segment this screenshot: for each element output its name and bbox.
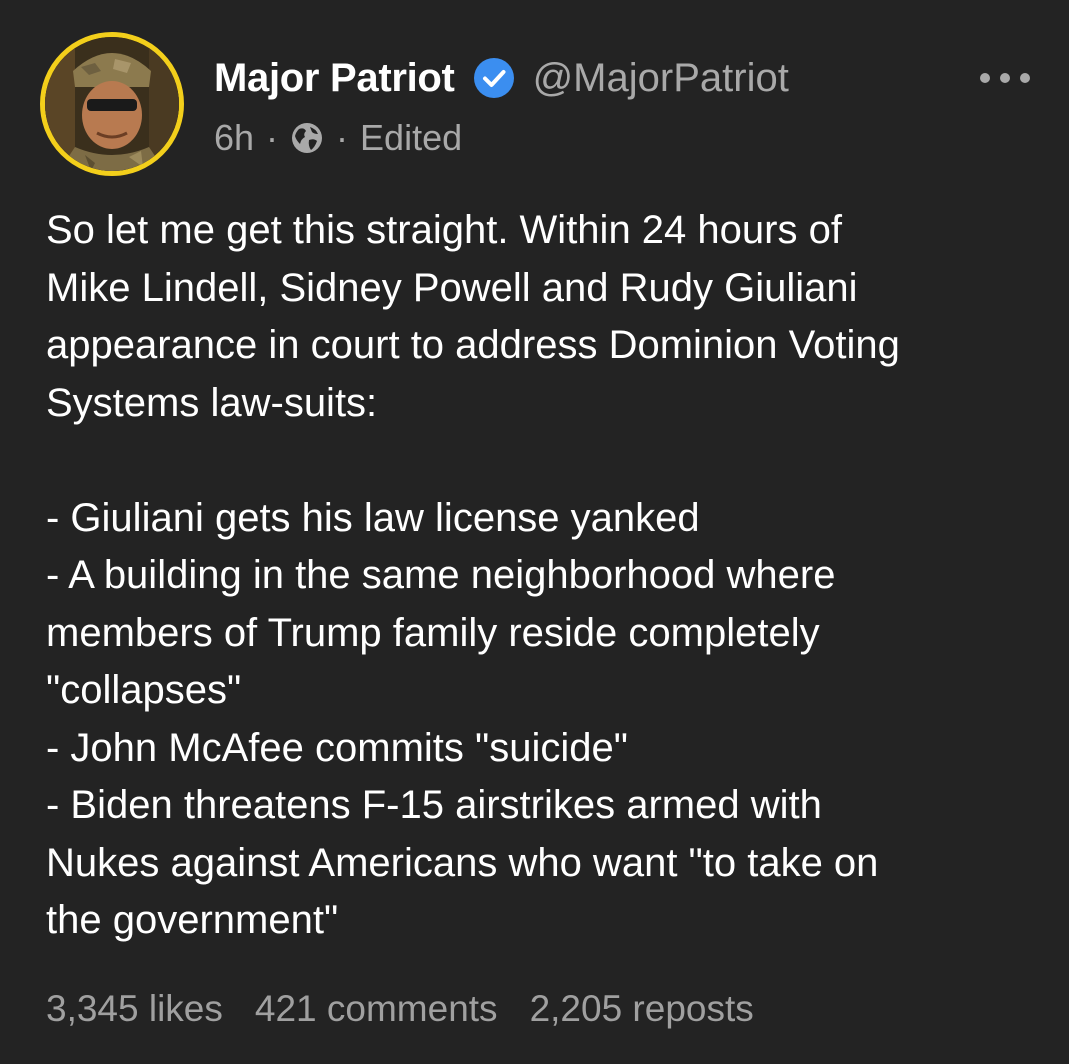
verified-check-icon [473, 57, 515, 99]
post-body-line: Systems law-suits: [46, 380, 378, 425]
meta-separator: · [266, 117, 279, 158]
avatar[interactable] [40, 32, 184, 176]
post-body-line: - John McAfee commits "suicide" [46, 725, 628, 770]
more-options-icon[interactable] [980, 64, 1030, 92]
post-body-line: - Giuliani gets his law license yanked [46, 495, 700, 540]
post-meta: 6h · · Edited [214, 116, 462, 160]
post-time[interactable]: 6h [214, 117, 254, 159]
reposts-count[interactable]: 2,205 reposts [530, 988, 754, 1030]
post-body-line [46, 432, 1046, 490]
post-body-line: - A building in the same neighborhood wh… [46, 553, 836, 597]
post-body-line: "collapses" [46, 668, 242, 712]
edited-label: Edited [360, 117, 463, 158]
post-body-line: members of Trump family reside completel… [46, 610, 820, 655]
author-row: Major Patriot @MajorPatriot [214, 52, 789, 104]
post-body-line: Mike Lindell, Sidney Powell and Rudy Giu… [46, 265, 858, 310]
globe-icon [290, 121, 324, 155]
post-stats: 3,345 likes 421 comments 2,205 reposts [46, 988, 786, 1030]
meta-separator: · [336, 117, 349, 158]
likes-count[interactable]: 3,345 likes [46, 988, 223, 1030]
display-name[interactable]: Major Patriot [214, 56, 455, 101]
comments-count[interactable]: 421 comments [255, 988, 498, 1030]
post-body-line: Nukes against Americans who want "to tak… [46, 840, 879, 885]
post-card: Major Patriot @MajorPatriot 6h · · Edite… [0, 0, 1069, 1064]
post-body-line: - Biden threatens F-15 airstrikes armed … [46, 783, 822, 827]
post-body-line: So let me get this straight. Within 24 h… [46, 208, 842, 252]
handle[interactable]: @MajorPatriot [533, 56, 789, 101]
avatar-image [45, 37, 179, 171]
post-body-line: the government" [46, 898, 339, 942]
post-body-line: appearance in court to address Dominion … [46, 323, 900, 367]
post-body: So let me get this straight. Within 24 h… [46, 202, 1046, 950]
